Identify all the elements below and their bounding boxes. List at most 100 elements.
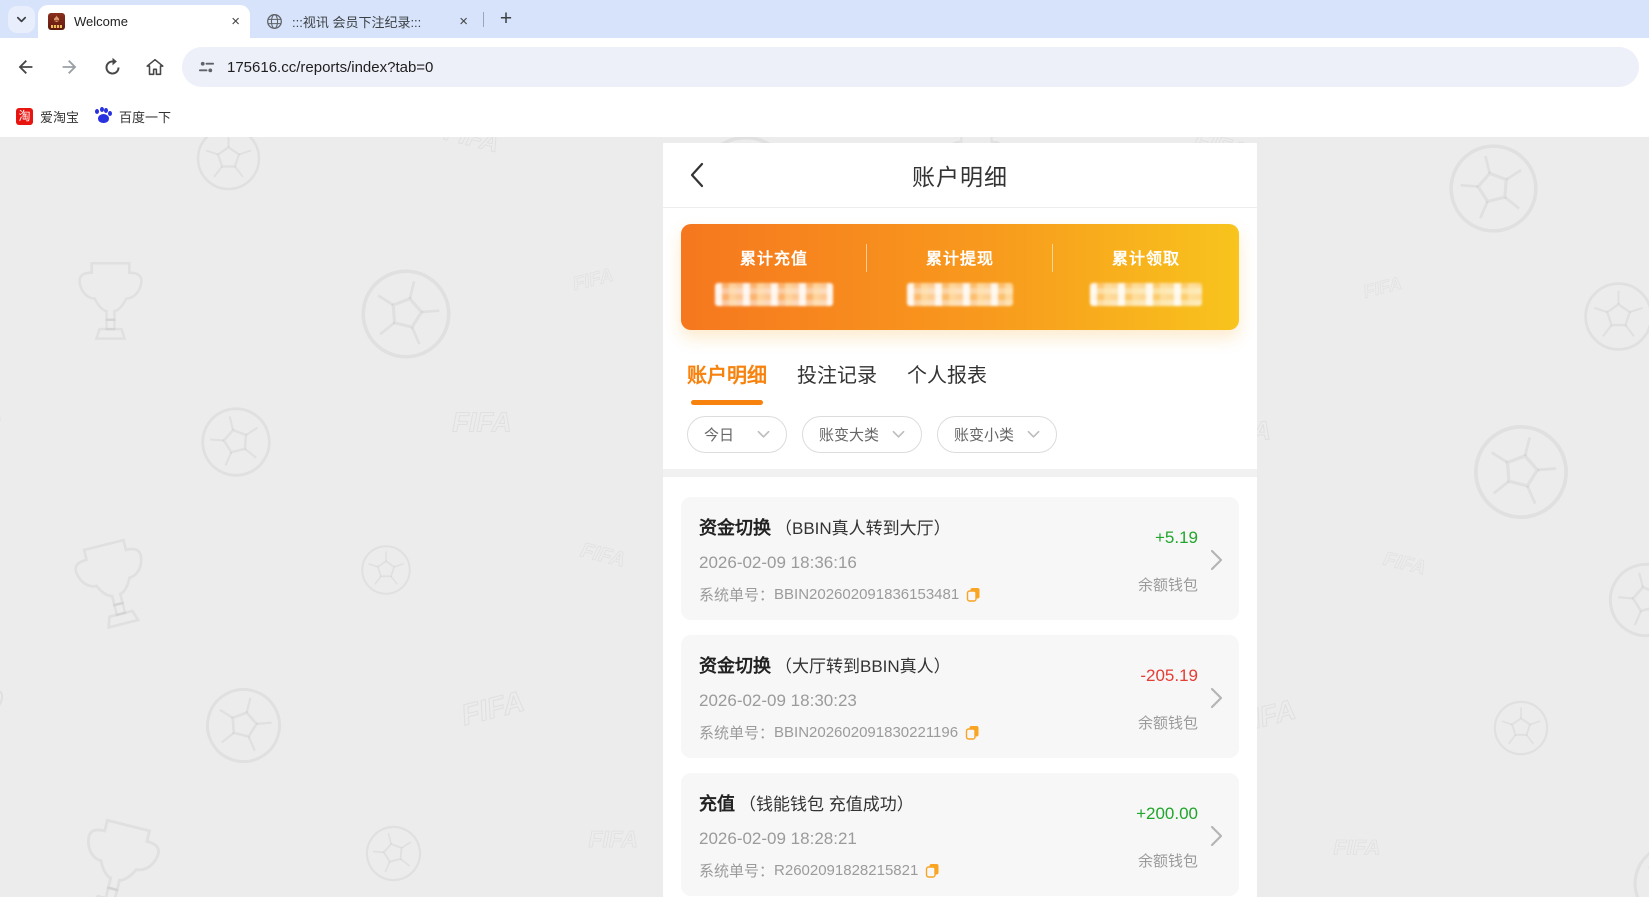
browser-tab-records[interactable]: :::视讯 会员下注纪录::: × [256, 5, 478, 38]
transaction-detail: （钱能钱包 充值成功） [739, 795, 914, 814]
url-text: 175616.cc/reports/index?tab=0 [227, 58, 434, 76]
svg-text:FIFA: FIFA [578, 539, 627, 572]
tab-divider [483, 12, 484, 27]
filter-minor-category-dropdown[interactable]: 账变小类 [937, 416, 1057, 453]
transaction-row[interactable]: 资金切换 （BBIN真人转到大厅） 2026-02-09 18:36:16 系统… [681, 497, 1239, 620]
chevron-down-icon [892, 430, 905, 438]
tab-title: :::视讯 会员下注纪录::: [292, 15, 422, 30]
tab-title: Welcome [74, 14, 128, 29]
bookmark-taobao[interactable]: 淘 爱淘宝 [16, 107, 79, 126]
svg-text:FIFA: FIFA [1381, 548, 1428, 580]
chevron-left-icon [690, 162, 704, 188]
masked-value [1090, 283, 1202, 306]
transaction-datetime: 2026-02-09 18:36:16 [699, 553, 857, 572]
active-tab-underline [691, 400, 763, 405]
page-title: 账户明细 [912, 164, 1008, 190]
transaction-list: 资金切换 （BBIN真人转到大厅） 2026-02-09 18:36:16 系统… [663, 477, 1257, 896]
svg-text:FIFA: FIFA [1333, 835, 1380, 860]
browser-tab-strip: Welcome × :::视讯 会员下注纪录::: × + [0, 0, 1649, 38]
forward-button[interactable] [52, 50, 86, 84]
filter-major-category-dropdown[interactable]: 账变大类 [802, 416, 922, 453]
order-number: BBIN202602091836153481 [774, 586, 960, 603]
globe-icon [266, 13, 283, 30]
svg-text:FIFA: FIFA [589, 826, 638, 852]
chevron-down-icon [16, 16, 27, 23]
stat-total-deposit: 累计充值 [681, 224, 867, 330]
order-number-label: 系统单号： [699, 587, 775, 604]
account-detail-panel: 账户明细 累计充值 累计提现 累计领取 账户明细 投注记录 个人报表 今日 账变… [663, 143, 1257, 897]
taobao-icon: 淘 [16, 108, 33, 125]
transaction-detail: （BBIN真人转到大厅） [775, 519, 951, 538]
baidu-paw-icon [95, 107, 113, 125]
tab-bet-records[interactable]: 投注记录 [797, 359, 877, 405]
order-number: R2602091828215821 [774, 862, 919, 879]
browser-tab-welcome[interactable]: Welcome × [38, 5, 250, 38]
bookmark-baidu[interactable]: 百度一下 [95, 107, 171, 126]
new-tab-button[interactable]: + [492, 5, 520, 33]
tab-search-button[interactable] [8, 6, 35, 33]
tab-label: 个人报表 [907, 365, 987, 387]
close-icon[interactable]: × [459, 14, 468, 29]
masked-value [715, 283, 833, 306]
filter-row: 今日 账变大类 账变小类 [663, 405, 1257, 469]
filter-label: 账变大类 [819, 427, 880, 444]
bookmarks-bar: 淘 爱淘宝 百度一下 [0, 96, 1649, 137]
tab-label: 投注记录 [797, 365, 877, 387]
order-number: BBIN202602091830221196 [774, 724, 959, 741]
order-number-label: 系统单号： [699, 725, 775, 742]
chevron-right-icon [1210, 825, 1223, 847]
tab-personal-report[interactable]: 个人报表 [907, 359, 987, 405]
summary-card: 累计充值 累计提现 累计领取 [681, 224, 1239, 330]
filter-label: 账变小类 [954, 427, 1015, 444]
wallet-label: 余额钱包 [1137, 853, 1198, 870]
back-button[interactable] [9, 50, 43, 84]
stat-label: 累计领取 [1111, 251, 1180, 268]
copy-icon[interactable] [925, 863, 940, 878]
stat-label: 累计提现 [925, 251, 994, 268]
chevron-right-icon [1210, 687, 1223, 709]
transaction-type: 资金切换 [699, 656, 771, 676]
chevron-right-icon [1210, 549, 1223, 571]
casino-favicon-icon [48, 13, 65, 30]
transaction-amount: +200.00 [1136, 804, 1198, 823]
svg-text:FIFA: FIFA [571, 265, 616, 295]
chevron-down-icon [757, 430, 770, 438]
browser-toolbar: 175616.cc/reports/index?tab=0 [0, 38, 1649, 96]
transaction-amount: +5.19 [1154, 528, 1198, 547]
svg-text:FIFA: FIFA [1361, 273, 1403, 302]
bookmark-label: 百度一下 [119, 110, 172, 125]
transaction-datetime: 2026-02-09 18:30:23 [699, 691, 857, 710]
home-button[interactable] [138, 50, 172, 84]
copy-icon[interactable] [966, 587, 981, 602]
filter-date-dropdown[interactable]: 今日 [687, 416, 787, 453]
svg-text:FIFA: FIFA [452, 407, 511, 438]
section-separator [663, 469, 1257, 477]
transaction-type: 充值 [699, 794, 735, 814]
copy-icon[interactable] [965, 725, 980, 740]
site-settings-icon [198, 61, 215, 72]
page-header: 账户明细 [663, 143, 1257, 208]
stat-total-withdrawal: 累计提现 [867, 224, 1053, 330]
wallet-label: 余额钱包 [1137, 577, 1198, 594]
transaction-type: 资金切换 [699, 518, 771, 538]
filter-label: 今日 [704, 427, 735, 444]
page-content: FIFA FIFA FIFA FIFA FIFA FIFA FIFA FIFA FIFA FIFA… [0, 137, 1649, 897]
back-chevron-button[interactable] [689, 161, 717, 189]
chevron-down-icon [1027, 430, 1040, 438]
close-icon[interactable]: × [231, 14, 240, 29]
wallet-label: 余额钱包 [1137, 715, 1198, 732]
transaction-row[interactable]: 充值 （钱能钱包 充值成功） 2026-02-09 18:28:21 系统单号：… [681, 773, 1239, 896]
order-number-label: 系统单号： [699, 863, 775, 880]
svg-text:FIFA: FIFA [458, 686, 527, 732]
tab-label: 账户明细 [687, 365, 767, 387]
transaction-row[interactable]: 资金切换 （大厅转到BBIN真人） 2026-02-09 18:30:23 系统… [681, 635, 1239, 758]
stat-label: 累计充值 [739, 251, 808, 268]
transaction-datetime: 2026-02-09 18:28:21 [699, 829, 857, 848]
bookmark-label: 爱淘宝 [40, 110, 80, 125]
reload-button[interactable] [95, 50, 129, 84]
transaction-amount: -205.19 [1140, 666, 1198, 685]
tab-account-detail[interactable]: 账户明细 [687, 359, 767, 405]
masked-value [907, 283, 1013, 306]
url-bar[interactable]: 175616.cc/reports/index?tab=0 [182, 47, 1639, 87]
svg-text:FIFA: FIFA [442, 137, 502, 158]
